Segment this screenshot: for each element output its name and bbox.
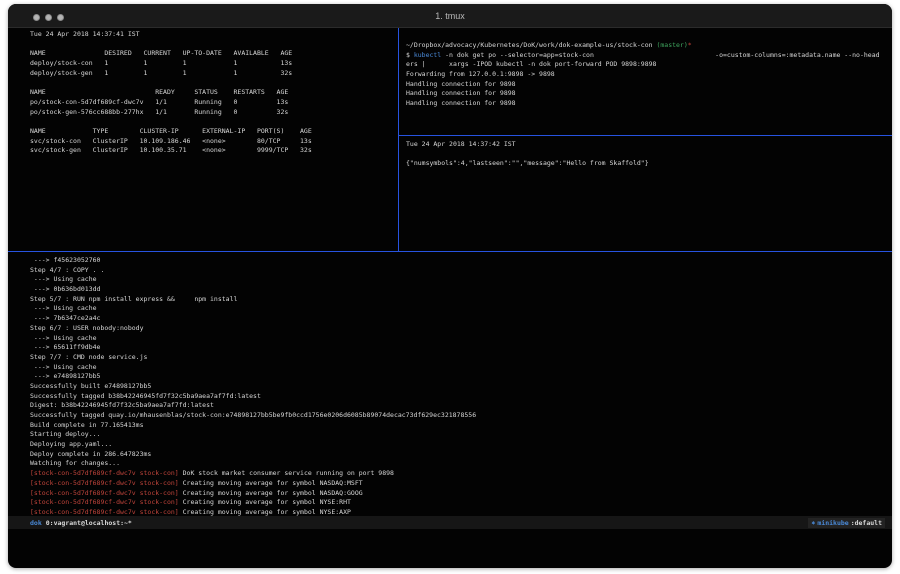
terminal-line: Tue 24 Apr 2018 14:37:41 IST (30, 30, 394, 40)
terminal-line: svc/stock-gen ClusterIP 10.100.35.71 <no… (30, 146, 394, 156)
terminal-line: Tue 24 Apr 2018 14:37:42 IST (406, 140, 892, 150)
terminal-line (406, 150, 892, 160)
status-left: dok 0:vagrant@localhost:~* (30, 519, 132, 527)
terminal-line: po/stock-gen-576cc688bb-277hx 1/1 Runnin… (30, 108, 394, 118)
terminal-line: Deploy complete in 286.647823ms (30, 450, 892, 460)
terminal-line (30, 40, 394, 50)
terminal-line: $ kubectl -n dok get po --selector=app=s… (406, 51, 892, 61)
terminal-line: [stock-con-5d7df689cf-dwc7v stock-con] C… (30, 489, 892, 499)
window-label[interactable]: 0:vagrant@localhost:~* (46, 519, 132, 527)
tmux-content: Tue 24 Apr 2018 14:37:41 IST NAME DESIRED… (8, 28, 892, 568)
terminal-line: Step 7/7 : CMD node service.js (30, 353, 892, 363)
pane-service-output[interactable]: Tue 24 Apr 2018 14:37:42 IST {"numsymbols… (399, 136, 892, 251)
terminal-line: Build complete in 77.165413ms (30, 421, 892, 431)
terminal-line: ---> Using cache (30, 275, 892, 285)
terminal-line: Handling connection for 9898 (406, 80, 892, 90)
session-name[interactable]: dok (30, 519, 42, 527)
terminal-line: Step 5/7 : RUN npm install express && np… (30, 295, 892, 305)
terminal-line: ---> 65611ff9db4e (30, 343, 892, 353)
terminal-line: Forwarding from 127.0.0.1:9898 -> 9898 (406, 70, 892, 80)
terminal-line: Handling connection for 9898 (406, 99, 892, 109)
terminal-line: Deploying app.yaml... (30, 440, 892, 450)
terminal-line: deploy/stock-gen 1 1 1 1 32s (30, 69, 394, 79)
pane-kubectl-watch[interactable]: Tue 24 Apr 2018 14:37:41 IST NAME DESIRED… (8, 28, 398, 251)
terminal-line: ~/Dropbox/advocacy/Kubernetes/DoK/work/d… (406, 41, 892, 51)
terminal-line: ---> f45623052760 (30, 256, 892, 266)
terminal-line (30, 117, 394, 127)
terminal-line: ---> 0b636bd013dd (30, 285, 892, 295)
terminal-line: {"numsymbols":4,"lastseen":"","message":… (406, 159, 892, 169)
terminal-line: Step 4/7 : COPY . . (30, 266, 892, 276)
kube-namespace: :default (851, 519, 882, 527)
titlebar[interactable]: 1. tmux (8, 4, 892, 28)
terminal-line: ---> Using cache (30, 304, 892, 314)
terminal-line: NAME DESIRED CURRENT UP-TO-DATE AVAILABL… (30, 49, 394, 59)
terminal-line: deploy/stock-con 1 1 1 1 13s (30, 59, 394, 69)
terminal-line: [stock-con-5d7df689cf-dwc7v stock-con] C… (30, 498, 892, 508)
terminal-line: Handling connection for 9898 (406, 89, 892, 99)
terminal-line (30, 78, 394, 88)
terminal-line: [stock-con-5d7df689cf-dwc7v stock-con] D… (30, 469, 892, 479)
terminal-line: ers | xargs -IPOD kubectl -n dok port-fo… (406, 60, 892, 70)
pane-skaffold-log[interactable]: ---> f45623052760Step 4/7 : COPY . . ---… (8, 252, 892, 516)
window-title: 1. tmux (8, 11, 892, 21)
terminal-line: ---> 7b6347ce2a4c (30, 314, 892, 324)
tmux-status-bar: dok 0:vagrant@localhost:~* ⎈ minikube :d… (8, 516, 892, 529)
terminal-line: svc/stock-con ClusterIP 10.109.186.46 <n… (30, 137, 394, 147)
pane-port-forward[interactable]: ~/Dropbox/advocacy/Kubernetes/DoK/work/d… (399, 28, 892, 135)
terminal-line: Watching for changes... (30, 459, 892, 469)
terminal-line: NAME TYPE CLUSTER-IP EXTERNAL-IP PORT(S)… (30, 127, 394, 137)
terminal-line: Step 6/7 : USER nobody:nobody (30, 324, 892, 334)
terminal-line: Starting deploy... (30, 430, 892, 440)
terminal-line: ---> Using cache (30, 334, 892, 344)
terminal-line: ---> Using cache (30, 363, 892, 373)
terminal-line: NAME READY STATUS RESTARTS AGE (30, 88, 394, 98)
terminal-line: ---> e74898127bb5 (30, 372, 892, 382)
kube-context: minikube (817, 519, 848, 527)
terminal-window: 1. tmux Tue 24 Apr 2018 14:37:41 IST NAME… (8, 4, 892, 568)
terminal-line: Successfully tagged quay.io/mhausenblas/… (30, 411, 892, 421)
status-right: ⎈ minikube :default (808, 518, 885, 528)
terminal-line: Successfully built e74898127bb5 (30, 382, 892, 392)
terminal-line: Digest: b38b42246945fd7f32c5ba9aea7af7fd… (30, 401, 892, 411)
terminal-line: [stock-con-5d7df689cf-dwc7v stock-con] C… (30, 508, 892, 516)
terminal-line: po/stock-con-5d7df689cf-dwc7v 1/1 Runnin… (30, 98, 394, 108)
kubernetes-helm-icon: ⎈ (811, 519, 815, 527)
terminal-line: [stock-con-5d7df689cf-dwc7v stock-con] C… (30, 479, 892, 489)
terminal-line: Successfully tagged b38b42246945fd7f32c5… (30, 392, 892, 402)
